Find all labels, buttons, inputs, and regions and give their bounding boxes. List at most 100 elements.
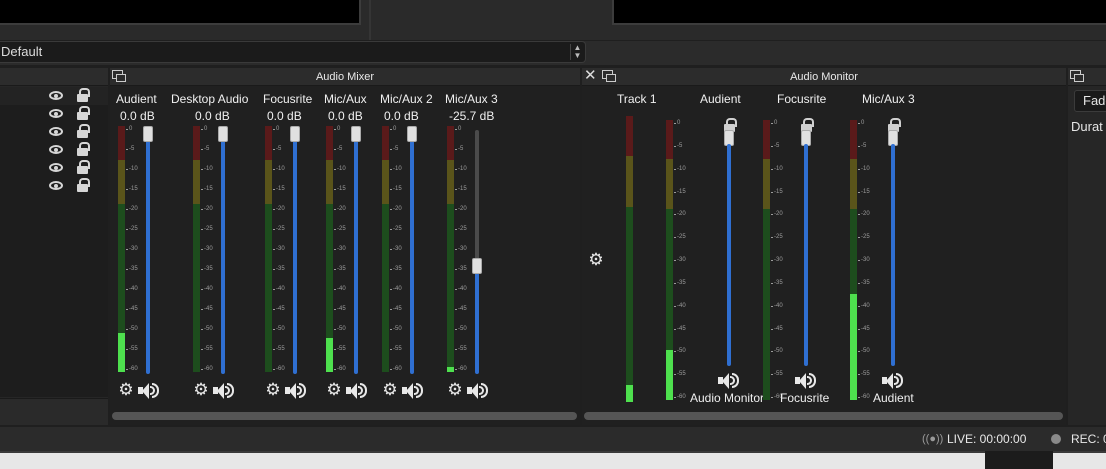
scale-tick-label: -25 <box>201 226 213 232</box>
volume-fader-handle[interactable] <box>407 126 417 142</box>
scale-tick-label: -55 <box>858 371 870 377</box>
monitor-fader-track[interactable] <box>891 144 895 366</box>
eye-icon[interactable] <box>49 163 63 172</box>
volume-fader-handle[interactable] <box>472 258 482 274</box>
channel-db-value: 0.0 dB <box>267 109 302 123</box>
preview-canvas[interactable] <box>0 0 361 25</box>
lock-icon[interactable] <box>77 160 90 174</box>
level-meter <box>666 120 673 400</box>
scene-collection-select[interactable]: Default ▲ ▼ <box>0 41 586 63</box>
source-row[interactable] <box>0 141 108 159</box>
audio-monitor-title-text: Audio Monitor <box>790 71 858 83</box>
volume-fader-track[interactable] <box>354 130 358 374</box>
gear-icon[interactable]: ⚙ <box>588 251 604 268</box>
gear-icon[interactable]: ⚙ <box>382 381 398 398</box>
eye-icon[interactable] <box>49 109 63 118</box>
eye-icon[interactable] <box>49 181 63 190</box>
lock-icon[interactable] <box>77 88 90 102</box>
scale-tick-label: -35 <box>455 266 467 272</box>
volume-fader-handle[interactable] <box>218 126 228 142</box>
volume-fader-handle[interactable] <box>290 126 300 142</box>
float-icon[interactable] <box>602 70 616 82</box>
scale-tick-label: -35 <box>674 280 686 286</box>
float-icon[interactable] <box>1070 70 1084 82</box>
meter-yellow-zone <box>447 160 454 204</box>
scale-tick-label: -30 <box>273 246 285 252</box>
speaker-icon[interactable] <box>285 382 307 400</box>
volume-fader-track[interactable] <box>293 130 297 374</box>
channel-name: Desktop Audio <box>171 92 249 106</box>
source-row[interactable] <box>0 123 108 141</box>
scale-tick-label: -55 <box>455 346 467 352</box>
sources-list[interactable] <box>0 87 108 397</box>
float-icon[interactable] <box>112 70 126 82</box>
monitor-scrollbar[interactable] <box>584 412 1063 420</box>
scale-tick-label: -5 <box>200 146 210 152</box>
monitor-channel-name: Mic/Aux 3 <box>862 92 915 106</box>
eye-icon[interactable] <box>49 145 63 154</box>
level-meter <box>763 120 770 400</box>
audio-mixer-title: Audio Mixer <box>110 68 580 86</box>
gear-icon[interactable]: ⚙ <box>193 381 209 398</box>
lock-icon[interactable] <box>77 106 90 120</box>
volume-fader-track[interactable] <box>146 130 150 374</box>
speaker-wave <box>481 383 488 398</box>
scale-tick-label: -20 <box>455 206 467 212</box>
gear-icon[interactable]: ⚙ <box>447 381 463 398</box>
speaker-wave <box>896 373 903 388</box>
eye-icon[interactable] <box>49 127 63 136</box>
source-row[interactable] <box>0 177 108 195</box>
speaker-icon[interactable] <box>402 382 424 400</box>
source-row[interactable] <box>0 105 108 123</box>
speaker-icon[interactable] <box>346 382 368 400</box>
eye-icon[interactable] <box>49 91 63 100</box>
volume-fader-handle[interactable] <box>143 126 153 142</box>
volume-fader-handle[interactable] <box>351 126 361 142</box>
scale-tick-label: -60 <box>858 394 870 400</box>
scale-tick-label: 0 <box>454 126 462 132</box>
speaker-icon[interactable] <box>795 372 817 390</box>
mixer-scrollbar[interactable] <box>112 412 577 420</box>
scale-tick-label: -55 <box>334 346 346 352</box>
speaker-icon[interactable] <box>718 372 740 390</box>
speaker-icon[interactable] <box>467 382 489 400</box>
speaker-cone <box>142 383 149 399</box>
scale-tick-label: -60 <box>674 394 686 400</box>
speaker-cone <box>799 373 806 389</box>
program-canvas[interactable] <box>612 0 1106 25</box>
volume-fader-track[interactable] <box>221 130 225 374</box>
speaker-icon[interactable] <box>138 382 160 400</box>
meter-yellow-zone <box>763 159 770 209</box>
scale-tick-label: -15 <box>126 186 138 192</box>
monitor-fader-track[interactable] <box>804 144 808 366</box>
transition-select[interactable]: Fade <box>1074 90 1106 112</box>
gear-icon[interactable]: ⚙ <box>265 381 281 398</box>
volume-fader-track[interactable] <box>475 130 479 266</box>
gear-icon[interactable]: ⚙ <box>326 381 342 398</box>
source-row[interactable] <box>0 87 108 105</box>
channel-db-value: 0.0 dB <box>195 109 230 123</box>
speaker-cone <box>289 383 296 399</box>
lock-icon[interactable] <box>77 178 90 192</box>
volume-fader-track[interactable] <box>410 130 414 374</box>
source-row[interactable] <box>0 159 108 177</box>
live-status: LIVE: 00:00:00 <box>947 432 1027 446</box>
scale-tick-label: -15 <box>455 186 467 192</box>
gear-icon[interactable]: ⚙ <box>118 381 134 398</box>
lock-icon[interactable] <box>77 142 90 156</box>
obs-window: Default ▲ ▼ Audio Mixer Audient 0.0 dB 0 -5 -… <box>0 0 1106 469</box>
meter-scale: 0 -5 -10 -15 -20 -25 -30 -35 -40 -45 -50 -55 -60 <box>333 126 348 372</box>
close-icon[interactable]: ✕ <box>584 68 597 83</box>
lock-icon[interactable] <box>77 124 90 138</box>
scale-tick-label: -55 <box>273 346 285 352</box>
speaker-icon[interactable] <box>213 382 235 400</box>
edge-block <box>985 451 1053 469</box>
meter-green-zone <box>626 207 633 402</box>
window-bottom-edge <box>0 451 1106 469</box>
volume-fader-fill[interactable] <box>475 266 479 374</box>
monitor-fader-track[interactable] <box>727 144 731 366</box>
scale-tick-label: -10 <box>390 166 402 172</box>
speaker-icon[interactable] <box>882 372 904 390</box>
preview-divider[interactable] <box>369 0 371 40</box>
scale-tick-label: -50 <box>126 326 138 332</box>
